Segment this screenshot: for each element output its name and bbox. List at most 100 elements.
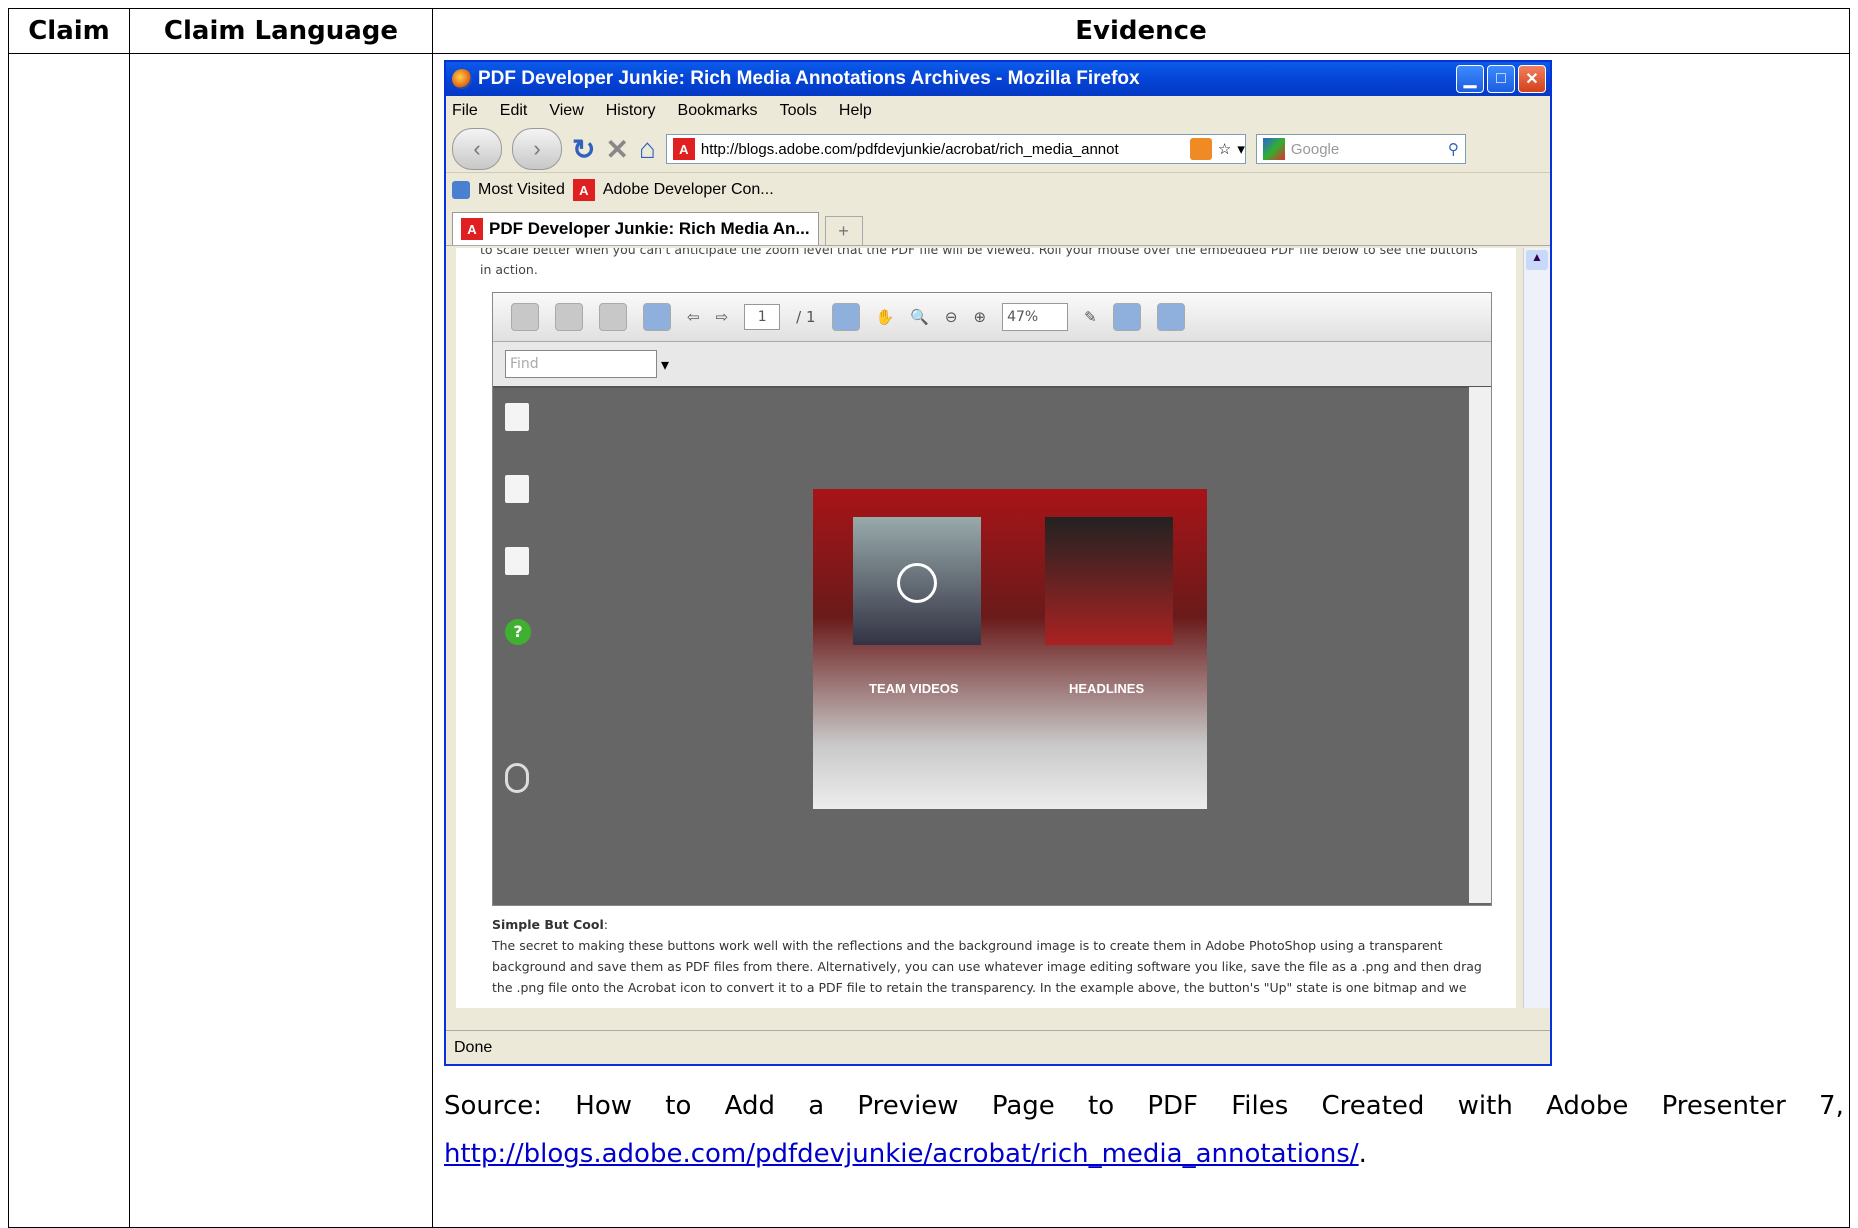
minimize-button[interactable]: ▁ xyxy=(1456,65,1484,93)
source-word: Presenter xyxy=(1661,1091,1786,1121)
header-claim: Claim xyxy=(8,8,130,54)
attachment-icon[interactable] xyxy=(505,763,529,793)
page-total: / 1 xyxy=(796,308,816,326)
menu-history[interactable]: History xyxy=(606,102,656,120)
source-word: Created xyxy=(1321,1091,1425,1121)
source-word: with xyxy=(1457,1091,1513,1121)
embedded-pdf-viewer: ⇦ ⇨ 1 / 1 ✋ 🔍 ⊖ ⊕ 47% ✎ Find ▾ ? TEAM VI… xyxy=(492,292,1492,906)
next-page-icon[interactable]: ⇨ xyxy=(716,308,729,326)
pdf-page: TEAM VIDEOS HEADLINES xyxy=(813,489,1207,809)
source-word: How xyxy=(575,1091,633,1121)
zoom-in-icon[interactable]: ⊕ xyxy=(973,308,986,326)
search-placeholder: Google xyxy=(1290,140,1340,158)
tab-active[interactable]: A PDF Developer Junkie: Rich Media An... xyxy=(452,212,819,245)
navigation-toolbar: ‹ › ↻ ✕ ⌂ A http://blogs.adobe.com/pdfde… xyxy=(446,126,1550,172)
pdf-sidebar: ? xyxy=(505,403,545,689)
title-bar: PDF Developer Junkie: Rich Media Annotat… xyxy=(446,62,1550,96)
hand-tool-icon[interactable]: ✋ xyxy=(876,308,895,326)
maximize-button[interactable]: □ xyxy=(1487,65,1515,93)
collaborate-icon[interactable] xyxy=(643,303,671,331)
status-bar: Done xyxy=(446,1030,1550,1064)
google-icon xyxy=(1262,138,1285,160)
header-evidence: Evidence xyxy=(432,8,1850,54)
bookmark-adobe-developer[interactable]: Adobe Developer Con... xyxy=(603,181,774,199)
scroll-up-icon[interactable]: ▲ xyxy=(1526,250,1548,270)
help-icon[interactable]: ? xyxy=(505,619,531,645)
menu-file[interactable]: File xyxy=(452,102,478,120)
search-icon[interactable]: ⚲ xyxy=(1448,140,1459,158)
fit-width-icon[interactable] xyxy=(1112,303,1141,331)
stop-icon[interactable]: ✕ xyxy=(605,133,628,166)
team-videos-label[interactable]: TEAM VIDEOS xyxy=(869,681,959,696)
menu-tools[interactable]: Tools xyxy=(780,102,817,120)
firefox-logo-icon xyxy=(452,69,472,89)
bookmarks-toolbar: Most Visited A Adobe Developer Con... xyxy=(446,172,1550,207)
search-box[interactable]: Google ⚲ xyxy=(1255,134,1466,164)
zoom-tool-icon[interactable]: 🔍 xyxy=(910,308,929,326)
source-word: to xyxy=(1088,1091,1115,1121)
link-suffix: . xyxy=(1358,1139,1367,1169)
section-heading: Simple But Cool xyxy=(492,917,604,932)
sign-tool-icon[interactable]: ✎ xyxy=(1084,308,1097,326)
team-videos-thumbnail[interactable] xyxy=(853,517,981,645)
save-icon[interactable] xyxy=(555,303,583,331)
home-icon[interactable]: ⌂ xyxy=(639,133,656,165)
source-word: PDF xyxy=(1147,1091,1198,1121)
window-title: PDF Developer Junkie: Rich Media Annotat… xyxy=(478,68,1140,89)
url-bar[interactable]: A http://blogs.adobe.com/pdfdevjunkie/ac… xyxy=(665,134,1246,164)
prev-page-icon[interactable]: ⇦ xyxy=(687,308,700,326)
url-dropdown-icon[interactable]: ▾ xyxy=(1237,140,1245,158)
status-text: Done xyxy=(454,1038,493,1056)
email-icon[interactable] xyxy=(599,303,627,331)
page-number-input[interactable]: 1 xyxy=(744,304,781,330)
section-body: The secret to making these buttons work … xyxy=(492,938,1482,995)
source-word: Adobe xyxy=(1546,1091,1629,1121)
source-word: 7, xyxy=(1819,1091,1844,1121)
forward-button[interactable]: › xyxy=(512,128,562,170)
menu-help[interactable]: Help xyxy=(839,102,872,120)
pdf-toolbar: ⇦ ⇨ 1 / 1 ✋ 🔍 ⊖ ⊕ 47% ✎ xyxy=(493,293,1491,342)
source-word: Add xyxy=(724,1091,775,1121)
edit-icon[interactable] xyxy=(505,547,529,575)
menu-view[interactable]: View xyxy=(549,102,583,120)
source-word: Page xyxy=(991,1091,1055,1121)
pages-icon[interactable] xyxy=(505,403,529,431)
firefox-window: PDF Developer Junkie: Rich Media Annotat… xyxy=(444,60,1552,1066)
headlines-label[interactable]: HEADLINES xyxy=(1069,681,1144,696)
find-dropdown-icon[interactable]: ▾ xyxy=(661,355,669,374)
menu-edit[interactable]: Edit xyxy=(500,102,528,120)
binoculars-icon[interactable] xyxy=(505,475,529,503)
headlines-thumbnail[interactable] xyxy=(1045,517,1173,645)
zoom-out-icon[interactable]: ⊖ xyxy=(945,308,958,326)
zoom-level-field[interactable]: 47% xyxy=(1002,303,1069,331)
bookmark-most-visited[interactable]: Most Visited xyxy=(478,181,565,199)
article-text: Simple But Cool: The secret to making th… xyxy=(492,917,1482,995)
most-visited-icon xyxy=(452,181,470,199)
page-scrollbar[interactable]: ▲ xyxy=(1523,248,1550,1008)
back-button[interactable]: ‹ xyxy=(452,128,502,170)
adobe-favicon-icon: A xyxy=(672,138,695,160)
source-word: to xyxy=(665,1091,692,1121)
new-tab-button[interactable]: + xyxy=(824,216,863,245)
source-link[interactable]: http://blogs.adobe.com/pdfdevjunkie/acro… xyxy=(444,1139,1359,1169)
adobe-icon: A xyxy=(572,179,595,201)
source-word: a xyxy=(808,1091,825,1121)
pdf-find-bar: Find ▾ xyxy=(493,342,1491,388)
adobe-tab-icon: A xyxy=(461,218,483,240)
tab-bar: A PDF Developer Junkie: Rich Media An...… xyxy=(446,207,1550,246)
play-icon[interactable] xyxy=(897,563,937,603)
menu-bookmarks[interactable]: Bookmarks xyxy=(678,102,758,120)
claim-cell xyxy=(8,53,130,1228)
pdf-scrollbar[interactable] xyxy=(1469,387,1491,903)
rss-icon[interactable] xyxy=(1189,138,1212,160)
source-word: Files xyxy=(1231,1091,1289,1121)
star-icon[interactable]: ☆ xyxy=(1218,140,1231,158)
page-content: to scale better when you can't anticipat… xyxy=(456,248,1516,1008)
select-tool-icon[interactable] xyxy=(831,303,860,331)
find-input[interactable]: Find xyxy=(505,350,657,378)
print-icon[interactable] xyxy=(511,303,539,331)
close-button[interactable]: ✕ xyxy=(1518,65,1546,93)
fit-page-icon[interactable] xyxy=(1156,303,1185,331)
reload-icon[interactable]: ↻ xyxy=(572,133,595,166)
lead-text: to scale better when you can't anticipat… xyxy=(480,248,1478,277)
